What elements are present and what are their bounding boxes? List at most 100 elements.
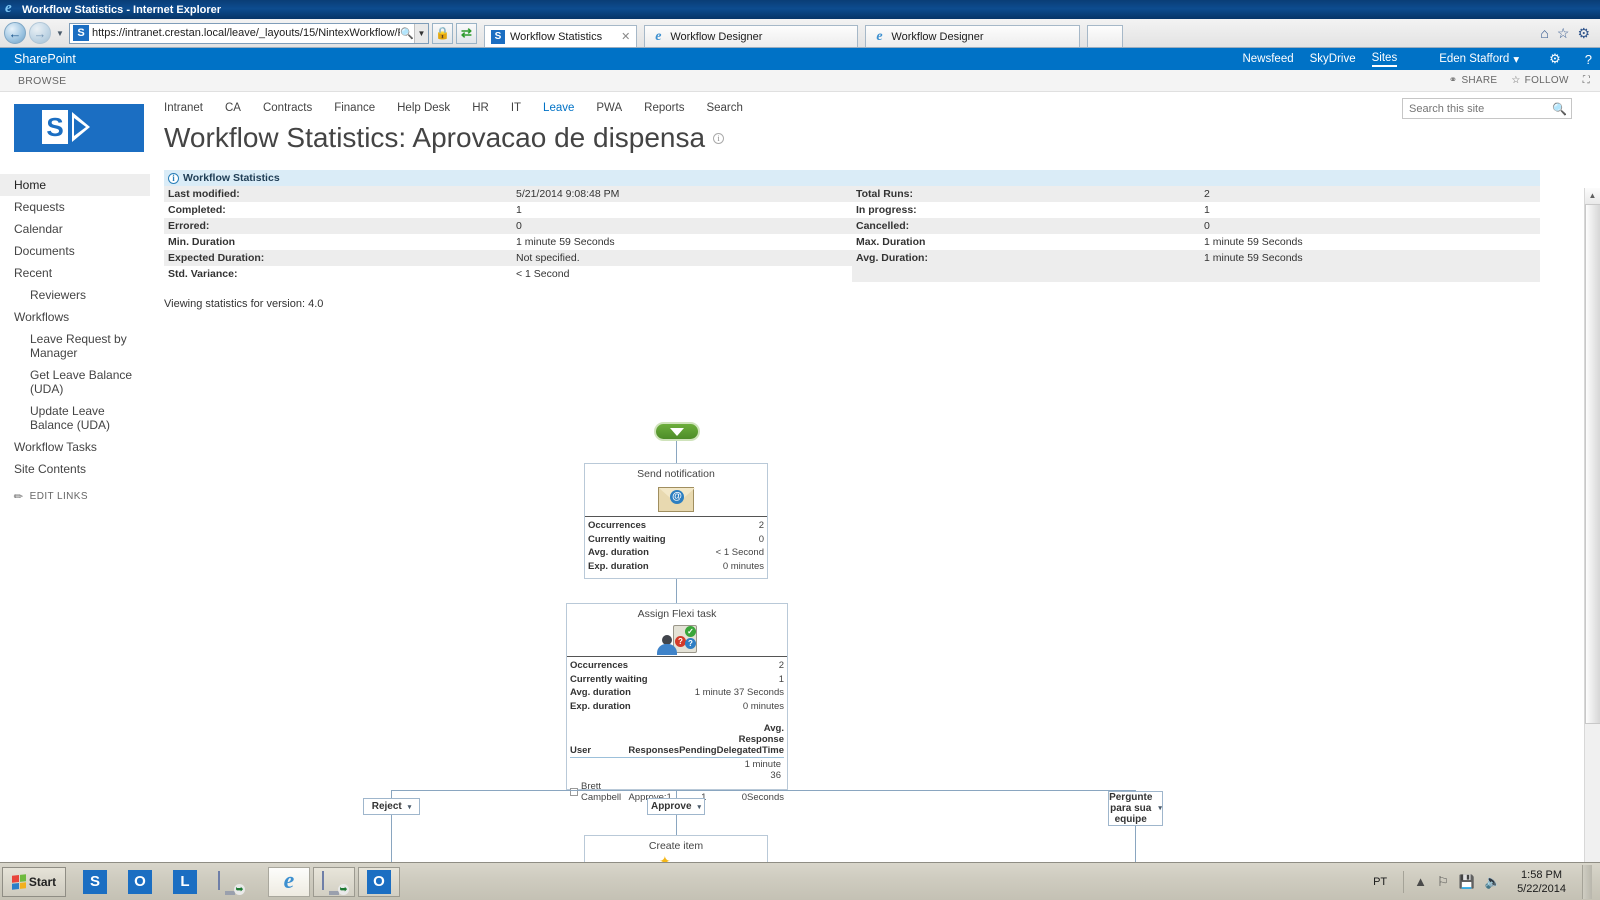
workflow-diagram: Send notification @ Occurrences 2 Current… xyxy=(0,384,1400,900)
scrollbar-thumb[interactable] xyxy=(1585,204,1600,724)
table-row: In progress: 1 xyxy=(852,202,1540,218)
clock[interactable]: 1:58 PM 5/22/2014 xyxy=(1511,868,1572,896)
sidebar-item-home[interactable]: Home xyxy=(0,174,150,196)
email-icon: @ xyxy=(585,482,767,516)
taskbar-lync-icon[interactable]: L xyxy=(164,867,206,897)
stat-key: Avg. duration xyxy=(588,547,649,558)
avg-response-header-line1: Avg. xyxy=(763,723,784,734)
sidebar-item-requests[interactable]: Requests xyxy=(0,196,150,218)
forward-icon[interactable]: → xyxy=(29,22,51,44)
taskbar-remote-desktop-icon[interactable]: ➥ xyxy=(209,867,251,897)
sidebar-item-workflows[interactable]: Workflows xyxy=(0,306,150,328)
vertical-scrollbar[interactable]: ▲ ▼ xyxy=(1584,188,1600,900)
window-title: Workflow Statistics - Internet Explorer xyxy=(22,3,222,16)
branch-button-pergunte-para-sua-equipe[interactable]: Pergunte para sua equipe ▾ xyxy=(1108,791,1163,826)
row-value: 2 xyxy=(1204,188,1210,200)
show-hidden-icons-chevron-up-icon[interactable]: ▲ xyxy=(1414,874,1427,889)
tools-gear-icon[interactable]: ⚙ xyxy=(1577,25,1590,42)
stat-value: 0 minutes xyxy=(722,560,764,572)
row-label: Expected Duration: xyxy=(168,252,265,264)
top-nav-help-desk[interactable]: Help Desk xyxy=(397,102,450,114)
search-field[interactable] xyxy=(1407,101,1547,116)
row-value: 0 xyxy=(516,220,522,232)
share-button[interactable]: ⚭ SHARE xyxy=(1449,75,1498,86)
sidebar-item-reviewers[interactable]: Reviewers xyxy=(0,284,150,306)
address-bar[interactable]: S https://intranet.crestan.local/leave/_… xyxy=(69,22,429,44)
lync-icon: L xyxy=(173,869,197,894)
sidebar-item-calendar[interactable]: Calendar xyxy=(0,218,150,240)
browser-tab-workflow-statistics[interactable]: S Workflow Statistics ✕ xyxy=(484,25,638,47)
branch-label: Reject xyxy=(371,801,402,812)
statistics-right-column: Total Runs: 2 In progress: 1 Cancelled: … xyxy=(852,186,1540,282)
tab-browse[interactable]: BROWSE xyxy=(10,75,66,87)
star-icon: ☆ xyxy=(1511,75,1521,86)
top-nav-reports[interactable]: Reports xyxy=(644,102,684,114)
workflow-node-send-notification[interactable]: Send notification @ Occurrences 2 Current… xyxy=(584,463,768,579)
home-icon[interactable]: ⌂ xyxy=(1540,25,1548,41)
branch-button-approve[interactable]: Approve ▾ xyxy=(647,798,705,815)
compatibility-view-icon[interactable]: ⇄ xyxy=(456,22,477,44)
sharepoint-brand-link[interactable]: SharePoint xyxy=(8,52,76,66)
search-input[interactable]: 🔍 xyxy=(1402,98,1572,119)
sidebar-item-leave-request-by-manager[interactable]: Leave Request by Manager xyxy=(0,328,150,364)
user-name: Eden Stafford xyxy=(1439,53,1510,65)
top-nav-pwa[interactable]: PWA xyxy=(596,102,622,114)
table-row: Cancelled: 0 xyxy=(852,218,1540,234)
outlook-icon: O xyxy=(367,869,391,894)
language-indicator[interactable]: PT xyxy=(1373,876,1393,888)
browser-tab-workflow-designer-1[interactable]: e Workflow Designer xyxy=(644,25,859,47)
windows-taskbar: Start S O L ➥ e ➥ O PT ▲ ⚐ 💾 🔈 1:58 PM 5… xyxy=(0,862,1600,900)
new-tab-button[interactable] xyxy=(1086,25,1123,47)
top-nav-contracts[interactable]: Contracts xyxy=(263,102,312,114)
taskbar-window-internet-explorer[interactable]: e xyxy=(268,866,310,897)
search-icon[interactable]: 🔍 xyxy=(1552,102,1567,116)
start-button[interactable]: Start xyxy=(2,866,66,897)
show-desktop-button[interactable] xyxy=(1582,864,1592,899)
stat-key: Occurrences xyxy=(570,660,629,671)
workflow-node-assign-flexi-task[interactable]: Assign Flexi task ✓?? Occurrences 2 Curre… xyxy=(566,603,788,803)
follow-button[interactable]: ☆ FOLLOW xyxy=(1511,75,1568,86)
sidebar-item-documents[interactable]: Documents xyxy=(0,240,150,262)
search-icon[interactable]: 🔍 xyxy=(400,27,414,40)
user-menu[interactable]: Eden Stafford ▾ xyxy=(1439,52,1519,66)
back-icon[interactable]: ← xyxy=(4,22,26,44)
top-nav-hr[interactable]: HR xyxy=(472,102,489,114)
close-icon[interactable]: ✕ xyxy=(621,30,630,43)
suite-link-skydrive[interactable]: SkyDrive xyxy=(1310,53,1356,65)
volume-muted-icon[interactable]: 🔈 xyxy=(1485,874,1501,890)
top-nav-ca[interactable]: CA xyxy=(225,102,241,114)
top-nav-intranet[interactable]: Intranet xyxy=(164,102,203,114)
taskbar-window-outlook[interactable]: O xyxy=(358,866,400,897)
top-nav-leave[interactable]: Leave xyxy=(543,102,574,114)
suite-link-newsfeed[interactable]: Newsfeed xyxy=(1242,53,1293,65)
tab-label: Workflow Designer xyxy=(891,30,984,43)
branch-button-reject[interactable]: Reject ▾ xyxy=(363,798,420,815)
workflow-start-node[interactable] xyxy=(654,422,700,441)
start-label: Start xyxy=(28,874,57,889)
sharepoint-site-icon: S xyxy=(73,25,89,41)
suite-link-sites[interactable]: Sites xyxy=(1371,52,1398,67)
connector xyxy=(676,579,677,603)
taskbar-window-remote-desktop[interactable]: ➥ xyxy=(313,866,355,897)
top-nav-it[interactable]: IT xyxy=(511,102,521,114)
top-nav-finance[interactable]: Finance xyxy=(334,102,375,114)
gear-icon[interactable]: ⚙ xyxy=(1549,51,1561,67)
sidebar-item-recent[interactable]: Recent xyxy=(0,262,150,284)
taskbar-outlook-icon[interactable]: O xyxy=(119,867,161,897)
browser-tab-workflow-designer-2[interactable]: e Workflow Designer xyxy=(865,25,1080,47)
favorites-icon[interactable]: ☆ xyxy=(1557,25,1570,42)
flexi-task-icon: ✓?? xyxy=(567,622,787,656)
ribbon-bar: BROWSE ⚭ SHARE ☆ FOLLOW ⛶ xyxy=(0,70,1600,92)
top-nav-search[interactable]: Search xyxy=(706,102,742,114)
connector xyxy=(676,441,677,463)
taskbar-sharepoint-designer-icon[interactable]: S xyxy=(74,867,116,897)
address-dropdown-icon[interactable]: ▼ xyxy=(414,23,428,43)
summary-time-line2: 36 xyxy=(770,770,781,781)
recent-pages-chevron-down-icon[interactable]: ▼ xyxy=(54,29,66,38)
removable-media-icon[interactable]: 💾 xyxy=(1459,874,1475,890)
scroll-up-icon[interactable]: ▲ xyxy=(1585,188,1600,204)
info-icon[interactable]: i xyxy=(713,132,725,144)
network-flag-icon[interactable]: ⚐ xyxy=(1437,874,1449,890)
question-icon[interactable]: ? xyxy=(1585,52,1592,67)
focus-on-content-icon[interactable]: ⛶ xyxy=(1583,75,1590,86)
